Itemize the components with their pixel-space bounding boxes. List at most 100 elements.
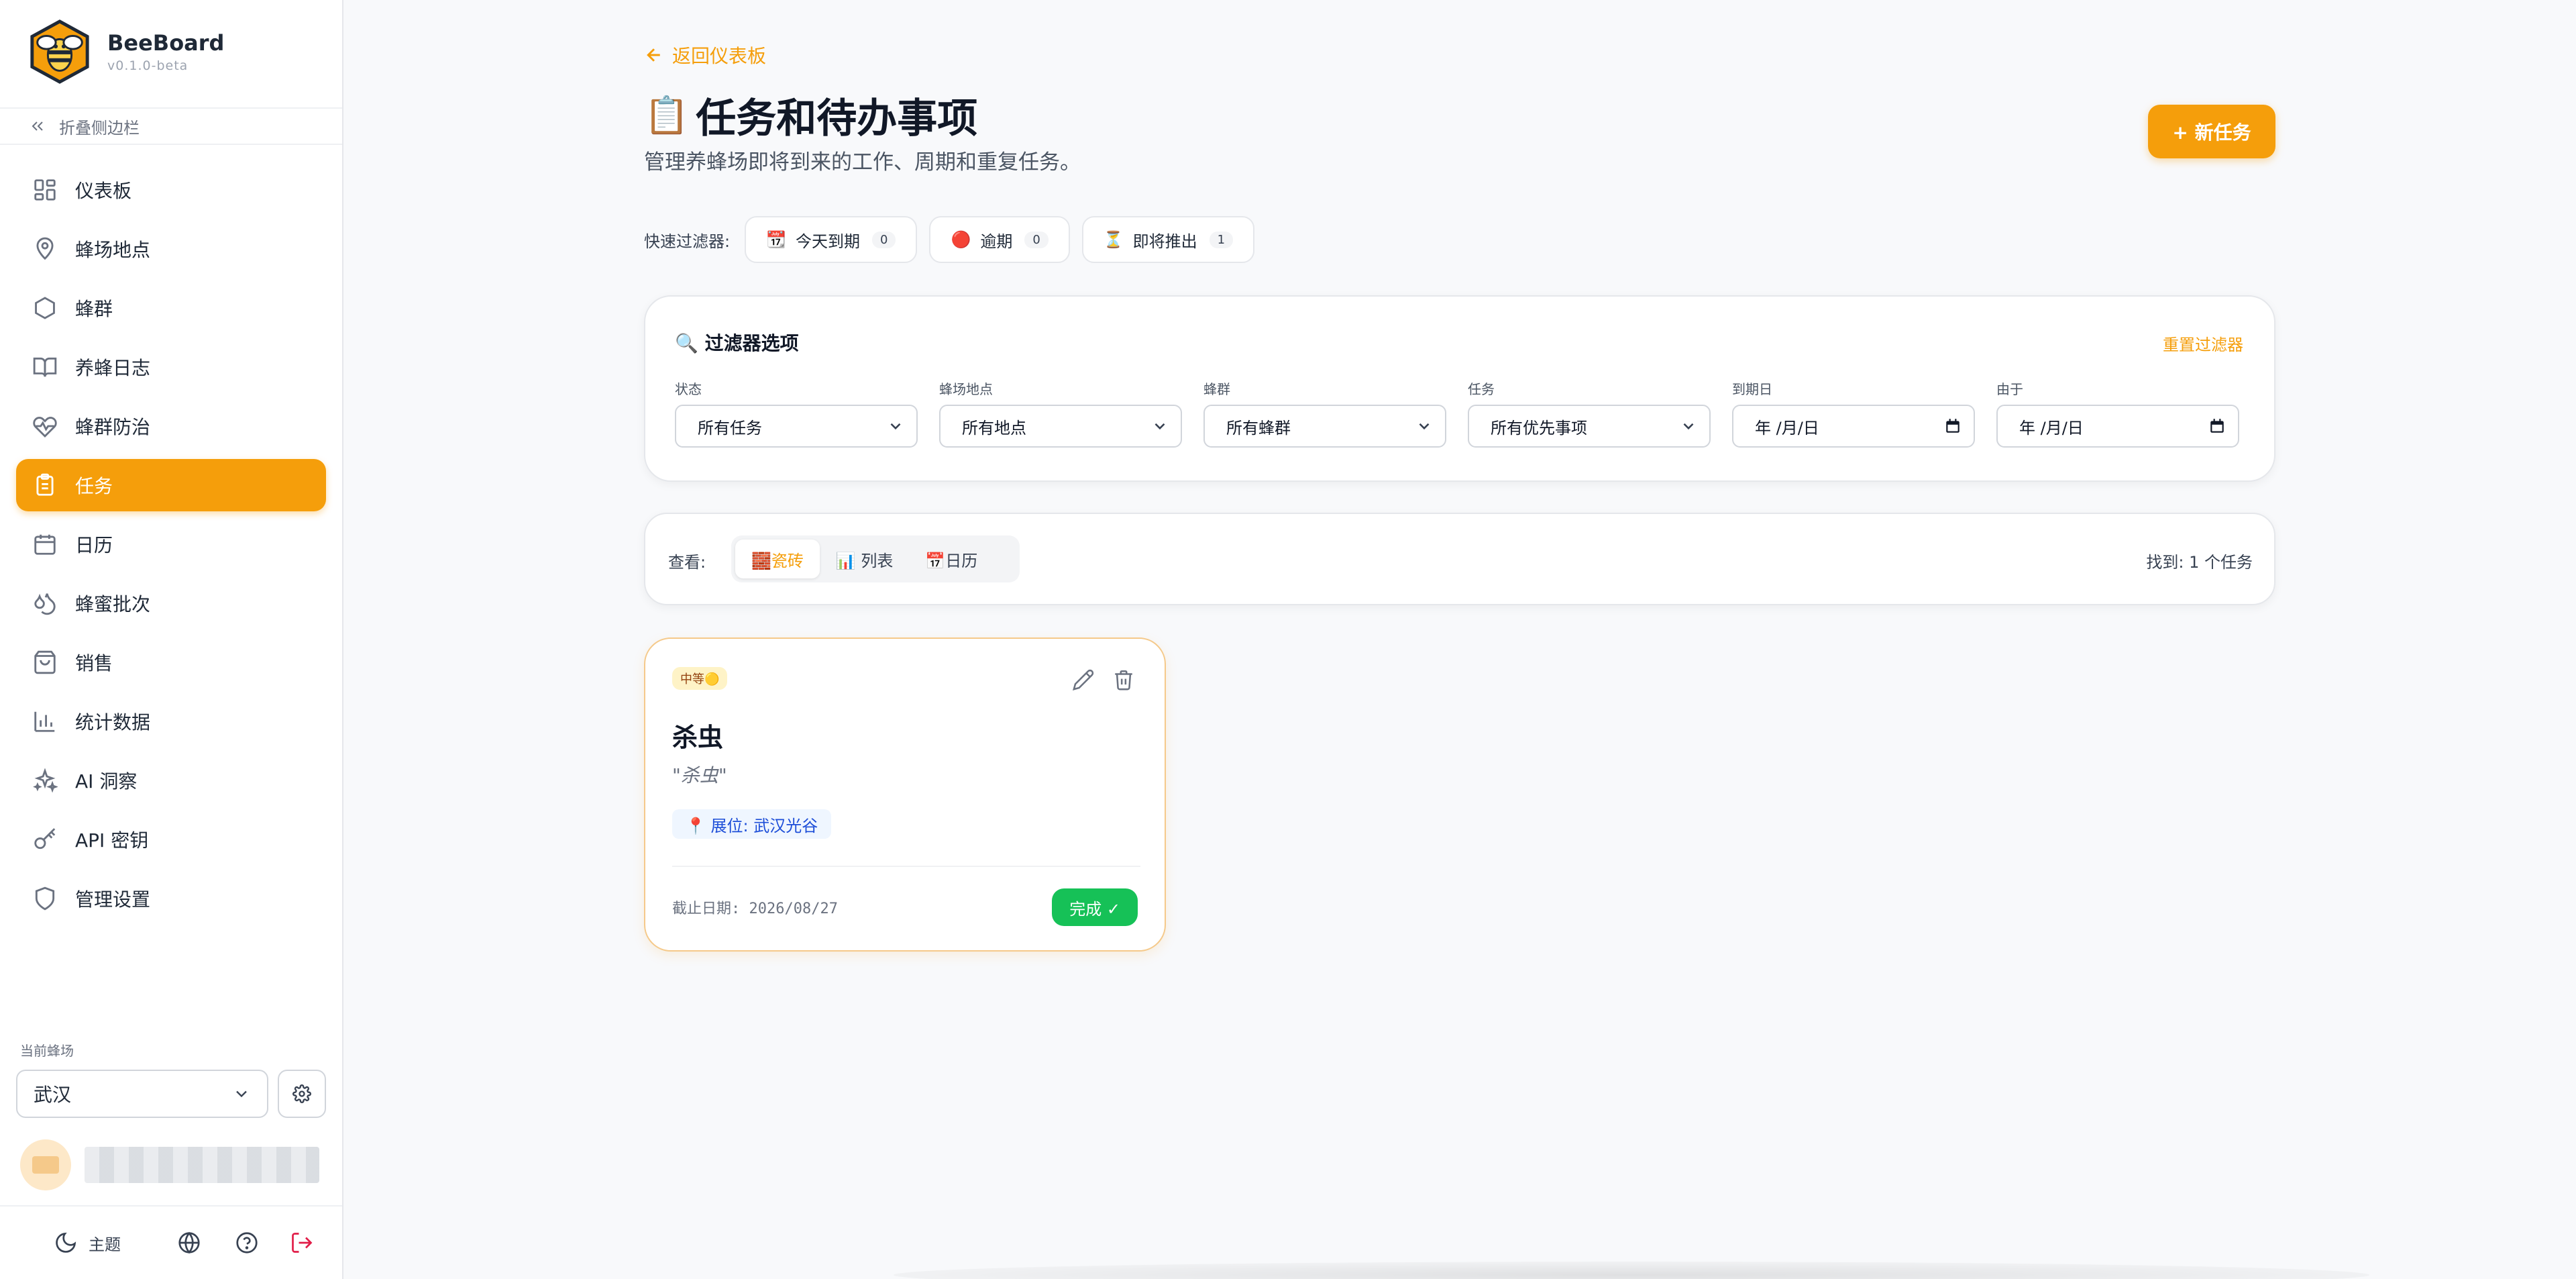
- sidebar-item-honey-batches[interactable]: 蜂蜜批次: [16, 577, 326, 629]
- sidebar-item-journal[interactable]: 养蜂日志: [16, 341, 326, 393]
- sidebar-item-label: 销售: [75, 652, 113, 674]
- main-content: 返回仪表板 📋 任务和待办事项 管理养蜂场即将到来的工作、周期和重复任务。 + …: [343, 0, 2576, 1279]
- sidebar-item-label: 统计数据: [75, 711, 151, 733]
- location-select[interactable]: 所有地点: [939, 405, 1182, 448]
- quick-filter-upcoming[interactable]: ⏳ 即将推出 1: [1081, 216, 1255, 263]
- sidebar-item-label: 日历: [75, 534, 113, 556]
- theme-toggle[interactable]: 主题: [54, 1231, 121, 1255]
- since-date-input[interactable]: 年 /月/日: [1996, 405, 2239, 448]
- sidebar-item-treatment[interactable]: 蜂群防治: [16, 400, 326, 452]
- chevron-down-icon: [1155, 423, 1165, 430]
- help-button[interactable]: [235, 1231, 259, 1258]
- quick-filter-due-today[interactable]: 📆 今天到期 0: [745, 216, 918, 263]
- apiary-settings-button[interactable]: [278, 1070, 326, 1118]
- sidebar-item-label: 任务: [75, 475, 113, 497]
- gear-icon: [292, 1084, 311, 1103]
- arrow-left-icon: [647, 48, 660, 62]
- brand[interactable]: BeeBoard v0.1.0-beta: [27, 19, 224, 85]
- quick-filters-label: 快速过滤器:: [644, 232, 731, 251]
- priority-select[interactable]: 所有优先事项: [1468, 405, 1711, 448]
- filter-label: 到期日: [1732, 381, 1772, 397]
- task-card-actions: [1055, 668, 1135, 691]
- view-calendar-button[interactable]: 📅日历: [909, 540, 994, 578]
- trash-icon[interactable]: [1112, 668, 1135, 691]
- select-value: 所有地点: [962, 418, 1026, 438]
- back-to-dashboard-link[interactable]: 返回仪表板: [644, 42, 766, 68]
- date-value: 年 /月/日: [2019, 418, 2084, 438]
- droplets-icon: [34, 593, 56, 615]
- calendar-icon: [1946, 419, 1960, 433]
- sidebar-item-api-keys[interactable]: API 密钥: [16, 813, 326, 866]
- sidebar-item-locations[interactable]: 蜂场地点: [16, 223, 326, 275]
- quick-filters: 快速过滤器: 📆 今天到期 0 🔴 逾期 0 ⏳ 即将推出 1: [644, 216, 1267, 263]
- language-button[interactable]: [177, 1231, 201, 1258]
- due-date-input[interactable]: 年 /月/日: [1732, 405, 1975, 448]
- heart-pulse-icon: [33, 417, 57, 438]
- hive-select[interactable]: 所有蜂群: [1203, 405, 1446, 448]
- dashboard-icon: [34, 179, 56, 201]
- sidebar-footer: 主题: [0, 1205, 342, 1279]
- chevron-down-icon: [1683, 423, 1694, 430]
- view-segmented-control: 🧱瓷砖 📊 列表 📅日历: [731, 535, 1020, 582]
- filter-label: 蜂群: [1203, 381, 1230, 397]
- page-title: 📋 任务和待办事项: [644, 86, 977, 144]
- task-card[interactable]: 中等🟡 杀虫 "杀虫" 📍 展位: 武汉光谷 截止日期: 2026/08/27 …: [644, 637, 1166, 952]
- current-apiary-select[interactable]: 武汉: [16, 1070, 268, 1118]
- sidebar-item-statistics[interactable]: 统计数据: [16, 695, 326, 748]
- hexagon-icon: [35, 297, 55, 319]
- chip-label: 今天到期: [795, 232, 860, 251]
- quick-filter-overdue[interactable]: 🔴 逾期 0: [929, 216, 1070, 263]
- sidebar-item-label: 蜂群防治: [75, 416, 151, 438]
- calendar-emoji-icon: 📆: [766, 230, 786, 249]
- bottom-shadow: [894, 1262, 2369, 1279]
- chevron-down-icon: [1419, 423, 1430, 430]
- view-tiles-button[interactable]: 🧱瓷砖: [735, 540, 820, 578]
- chip-count: 0: [1024, 231, 1049, 248]
- logout-button[interactable]: [290, 1231, 314, 1258]
- user-profile[interactable]: [20, 1139, 319, 1190]
- current-apiary-value: 武汉: [34, 1084, 72, 1106]
- sidebar-item-ai-insights[interactable]: AI 洞察: [16, 754, 326, 807]
- new-task-button[interactable]: + 新任务: [2148, 105, 2275, 158]
- status-select[interactable]: 所有任务: [675, 405, 918, 448]
- filter-hive: 蜂群 所有蜂群: [1203, 378, 1446, 448]
- sidebar-item-sales[interactable]: 销售: [16, 636, 326, 688]
- sidebar-item-label: 仪表板: [75, 180, 132, 202]
- hourglass-icon: ⏳: [1103, 230, 1124, 249]
- sidebar-item-label: 蜂场地点: [75, 239, 151, 261]
- page-subtitle: 管理养蜂场即将到来的工作、周期和重复任务。: [644, 150, 1081, 174]
- sidebar-item-hives[interactable]: 蜂群: [16, 282, 326, 334]
- task-due-date: 截止日期: 2026/08/27: [672, 901, 838, 917]
- collapse-sidebar-button[interactable]: 折叠侧边栏: [0, 107, 342, 145]
- view-list-button[interactable]: 📊 列表: [820, 540, 910, 578]
- globe-icon: [178, 1231, 200, 1254]
- chevron-down-icon: [236, 1090, 247, 1098]
- clipboard-icon: [36, 473, 54, 496]
- theme-label: 主题: [89, 1235, 121, 1254]
- date-value: 年 /月/日: [1755, 418, 1819, 438]
- filter-since-date: 由于 年 /月/日: [1996, 378, 2239, 448]
- complete-task-button[interactable]: 完成 ✓: [1052, 888, 1138, 926]
- filter-status: 状态 所有任务: [675, 378, 918, 448]
- sidebar-item-admin-settings[interactable]: 管理设置: [16, 872, 326, 925]
- sidebar-item-label: 养蜂日志: [75, 357, 151, 379]
- filter-label: 由于: [1996, 381, 2023, 397]
- map-pin-icon: [36, 237, 54, 260]
- calendar-icon: [34, 534, 56, 555]
- collapse-label: 折叠侧边栏: [59, 118, 140, 138]
- task-location-tag: 📍 展位: 武汉光谷: [672, 809, 832, 839]
- chip-label: 逾期: [980, 232, 1013, 251]
- brand-name: BeeBoard: [107, 30, 225, 56]
- sidebar: BeeBoard v0.1.0-beta 折叠侧边栏 仪表板 蜂场地点 蜂群 养…: [0, 0, 343, 1279]
- edit-pencil-icon[interactable]: [1072, 668, 1095, 691]
- red-circle-icon: 🔴: [951, 230, 971, 249]
- sidebar-item-calendar[interactable]: 日历: [16, 518, 326, 570]
- book-icon: [33, 357, 57, 377]
- filter-location: 蜂场地点 所有地点: [939, 378, 1182, 448]
- calendar-icon: [2210, 419, 2224, 433]
- moon-icon: [56, 1232, 76, 1253]
- sidebar-item-label: 蜂蜜批次: [75, 593, 151, 615]
- sidebar-item-tasks[interactable]: 任务: [16, 459, 326, 511]
- sidebar-item-dashboard[interactable]: 仪表板: [16, 164, 326, 216]
- reset-filters-button[interactable]: 重置过滤器: [2163, 331, 2243, 355]
